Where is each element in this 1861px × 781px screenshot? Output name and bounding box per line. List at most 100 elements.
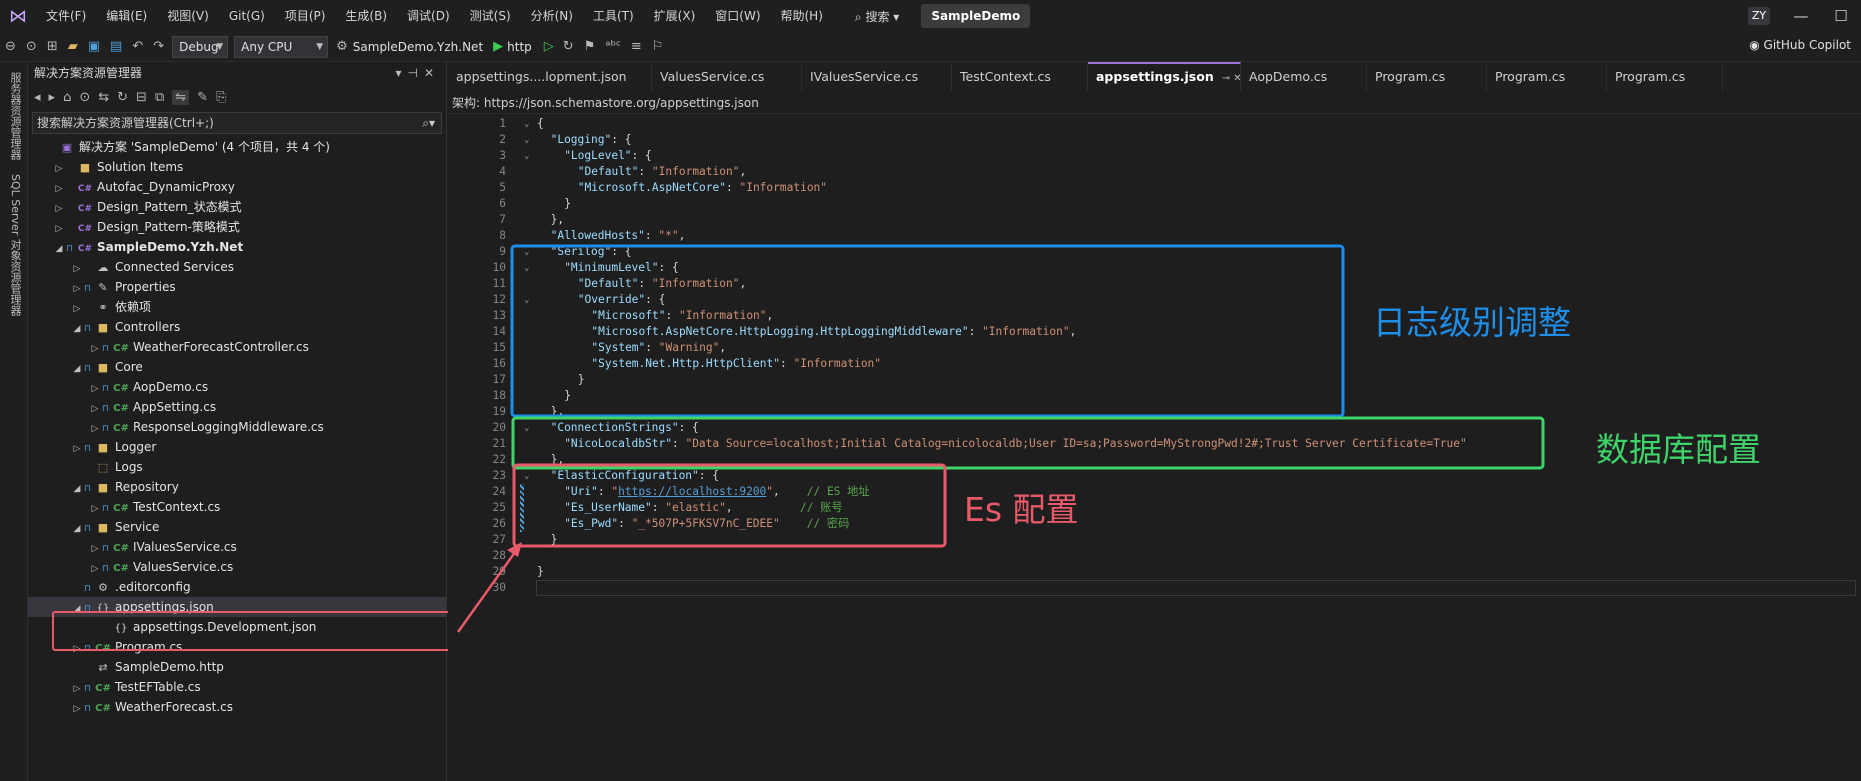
- tree-item[interactable]: ◢ ⊓ C# SampleDemo.Yzh.Net: [28, 237, 446, 257]
- save-all-icon[interactable]: ▤: [105, 39, 127, 54]
- save-icon[interactable]: ▣: [83, 39, 105, 54]
- menu-item[interactable]: 工具(T): [583, 0, 644, 32]
- tree-item[interactable]: ▷ ☁ Connected Services: [28, 257, 446, 277]
- expand-arrow-icon[interactable]: ▷: [88, 399, 102, 419]
- back-icon[interactable]: ⊖: [0, 39, 21, 54]
- collapse-arrow-icon[interactable]: ◢: [70, 319, 84, 339]
- home-icon[interactable]: ⌂: [63, 90, 71, 105]
- tree-item[interactable]: ▷ C# Design_Pattern_状态模式: [28, 197, 446, 217]
- tree-item[interactable]: ▷ ⊓ C# AppSetting.cs: [28, 397, 446, 417]
- expand-arrow-icon[interactable]: ▷: [52, 159, 66, 179]
- document-tab[interactable]: appsettings....lopment.json: [448, 62, 652, 92]
- tree-item[interactable]: ▷ ■ Solution Items: [28, 157, 446, 177]
- document-tab[interactable]: appsettings.json ⊸ ✕: [1088, 62, 1241, 92]
- document-tab[interactable]: TestContext.cs: [952, 62, 1088, 92]
- tree-item[interactable]: ▷ ⊓ C# AopDemo.cs: [28, 377, 446, 397]
- back-icon[interactable]: ◂: [34, 90, 41, 105]
- filter-icon[interactable]: ⇋: [172, 89, 190, 105]
- expand-arrow-icon[interactable]: ▷: [88, 499, 102, 519]
- menu-item[interactable]: 编辑(E): [96, 0, 157, 32]
- startup-project-select[interactable]: SampleDemo.Yzh.Net: [353, 40, 483, 54]
- solution-search-input[interactable]: 搜索解决方案资源管理器(Ctrl+;) ⌕▾: [32, 112, 442, 134]
- pane-buttons[interactable]: ▾⊣✕: [395, 62, 440, 84]
- tree-item[interactable]: ▷ ⊓ C# TestContext.cs: [28, 497, 446, 517]
- expand-arrow-icon[interactable]: ▷: [88, 419, 102, 439]
- new-project-icon[interactable]: ⊞: [42, 39, 63, 54]
- spell-check-icon[interactable]: ᵃᵇᶜ: [600, 39, 625, 54]
- fold-chevron-icon[interactable]: ⌄: [524, 148, 529, 164]
- fold-chevron-icon[interactable]: ⌄: [524, 116, 529, 132]
- collapse-arrow-icon[interactable]: ◢: [52, 239, 66, 259]
- switch-views-icon[interactable]: ⊙: [79, 90, 90, 105]
- tree-item[interactable]: ⊓ ⚙ .editorconfig: [28, 577, 446, 597]
- expand-arrow-icon[interactable]: ▷: [70, 699, 84, 719]
- fold-chevron-icon[interactable]: ⌄: [524, 132, 529, 148]
- document-tab[interactable]: IValuesService.cs: [802, 62, 952, 92]
- tree-item[interactable]: ▷ ⊓ C# WeatherForecast.cs: [28, 697, 446, 717]
- open-folder-icon[interactable]: ▰: [63, 39, 83, 54]
- menu-item[interactable]: 窗口(W): [705, 0, 770, 32]
- search-menu[interactable]: ⌕ 搜索 ▾: [847, 8, 907, 25]
- maximize-icon[interactable]: ☐: [1821, 0, 1861, 32]
- document-tab[interactable]: Program.cs: [1607, 62, 1723, 92]
- menu-item[interactable]: 扩展(X): [644, 0, 706, 32]
- expand-arrow-icon[interactable]: ▷: [70, 299, 84, 319]
- document-tab[interactable]: Program.cs: [1487, 62, 1607, 92]
- run-icon[interactable]: ▶: [489, 39, 507, 54]
- server-explorer-tab[interactable]: 服务器资源管理器: [7, 72, 23, 160]
- hot-reload-icon[interactable]: ↻: [558, 39, 579, 54]
- tree-item[interactable]: ▷ ⊓ ✎ Properties: [28, 277, 446, 297]
- expand-arrow-icon[interactable]: ▷: [88, 379, 102, 399]
- undo-icon[interactable]: ↶: [127, 39, 148, 54]
- menu-item[interactable]: 生成(B): [335, 0, 397, 32]
- tree-item[interactable]: ▣ 解决方案 'SampleDemo' (4 个项目，共 4 个): [28, 137, 446, 157]
- tree-item[interactable]: ▷ C# Design_Pattern-策略模式: [28, 217, 446, 237]
- tree-item[interactable]: ▷ ⚭ 依赖项: [28, 297, 446, 317]
- collapse-arrow-icon[interactable]: ◢: [70, 479, 84, 499]
- tree-item[interactable]: ▷ ⊓ C# ValuesService.cs: [28, 557, 446, 577]
- user-avatar[interactable]: ZY: [1748, 7, 1770, 25]
- collapse-arrow-icon[interactable]: ◢: [70, 519, 84, 539]
- bookmark-next-icon[interactable]: ⚐: [647, 39, 669, 54]
- minimize-icon[interactable]: —: [1781, 0, 1821, 32]
- menu-item[interactable]: 帮助(H): [771, 0, 833, 32]
- expand-arrow-icon[interactable]: ▷: [88, 339, 102, 359]
- properties-icon[interactable]: ✎: [197, 90, 208, 105]
- sync-icon[interactable]: ⇆: [98, 90, 109, 105]
- fold-chevron-icon[interactable]: ⌄: [524, 468, 529, 484]
- collapse-all-icon[interactable]: ⊟: [136, 90, 147, 105]
- fold-chevron-icon[interactable]: ⌄: [524, 260, 529, 276]
- document-tab[interactable]: ValuesService.cs: [652, 62, 802, 92]
- solution-platform-select[interactable]: Any CPU ▼: [234, 35, 329, 58]
- bookmark-icon[interactable]: ⚑: [579, 39, 601, 54]
- menu-item[interactable]: 分析(N): [521, 0, 583, 32]
- expand-arrow-icon[interactable]: ▷: [52, 179, 66, 199]
- fold-chevron-icon[interactable]: ⌄: [524, 292, 529, 308]
- document-tab[interactable]: Program.cs: [1367, 62, 1487, 92]
- tree-item[interactable]: ◢ ⊓ ■ Service: [28, 517, 446, 537]
- menu-item[interactable]: Git(G): [219, 0, 275, 32]
- document-tab[interactable]: AopDemo.cs: [1241, 62, 1367, 92]
- tree-item[interactable]: ▷ ⊓ C# ResponseLoggingMiddleware.cs: [28, 417, 446, 437]
- menu-item[interactable]: 项目(P): [275, 0, 336, 32]
- menu-item[interactable]: 调试(D): [397, 0, 460, 32]
- collapse-arrow-icon[interactable]: ◢: [70, 359, 84, 379]
- expand-arrow-icon[interactable]: ▷: [52, 219, 66, 239]
- fold-chevron-icon[interactable]: ⌄: [524, 244, 529, 260]
- tree-item[interactable]: ▷ ⊓ C# WeatherForecastController.cs: [28, 337, 446, 357]
- fold-chevron-icon[interactable]: ⌄: [524, 420, 529, 436]
- start-without-debugging-icon[interactable]: ▷: [540, 39, 558, 54]
- redo-icon[interactable]: ↷: [148, 39, 169, 54]
- tree-item[interactable]: ◢ ⊓ ■ Repository: [28, 477, 446, 497]
- refresh-icon[interactable]: ↻: [117, 90, 128, 105]
- expand-arrow-icon[interactable]: ▷: [88, 559, 102, 579]
- expand-arrow-icon[interactable]: ▷: [70, 279, 84, 299]
- tree-item[interactable]: ▷ ⊓ ■ Logger: [28, 437, 446, 457]
- show-all-files-icon[interactable]: ⧉: [155, 90, 164, 105]
- tab-pin-close-icon[interactable]: ⊸ ✕: [1222, 73, 1240, 84]
- expand-arrow-icon[interactable]: ▷: [88, 539, 102, 559]
- tree-item[interactable]: ▷ C# Autofac_DynamicProxy: [28, 177, 446, 197]
- tree-item[interactable]: ◢ ⊓ ■ Core: [28, 357, 446, 377]
- comment-icon[interactable]: ≡: [626, 39, 647, 54]
- forward-icon[interactable]: ⊙: [21, 39, 42, 54]
